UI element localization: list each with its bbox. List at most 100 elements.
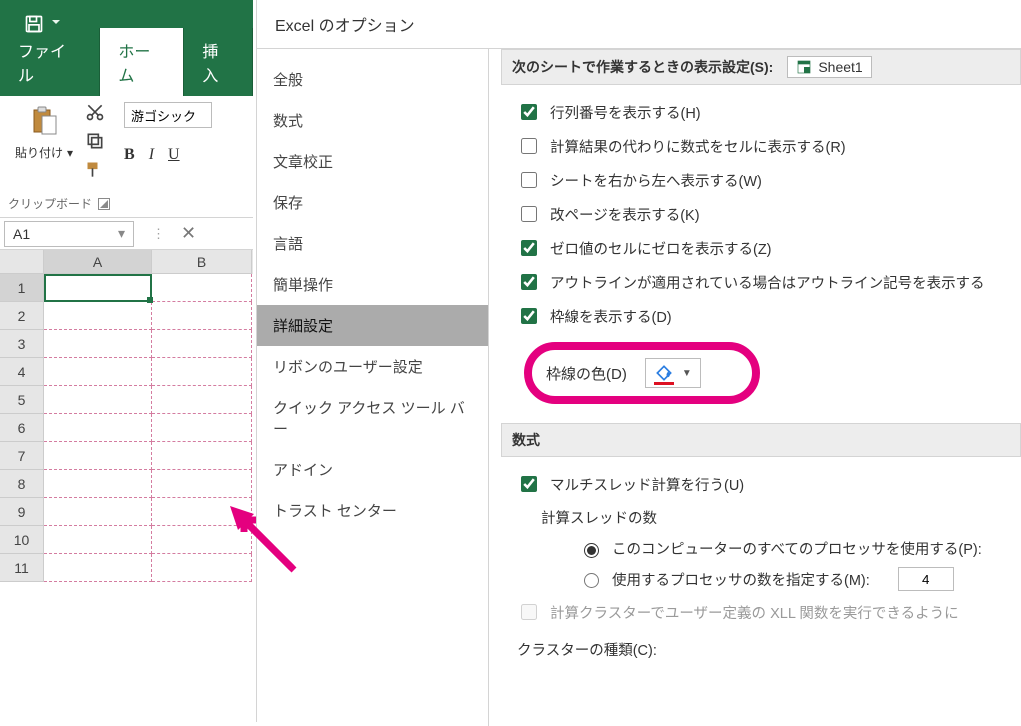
options-sidebar-item[interactable]: トラスト センター bbox=[257, 490, 488, 531]
options-sidebar-item[interactable]: リボンのユーザー設定 bbox=[257, 346, 488, 387]
sheet-display-section-header: 次のシートで作業するときの表示設定(S): Sheet1 bbox=[501, 49, 1021, 85]
worksheet-grid[interactable]: A B 1234567891011 bbox=[0, 250, 253, 582]
clipboard-group: 貼り付け▾ クリップボード bbox=[8, 102, 110, 212]
cell[interactable] bbox=[152, 526, 252, 554]
options-sidebar-item[interactable]: 全般 bbox=[257, 59, 488, 100]
options-sidebar-item[interactable]: 数式 bbox=[257, 100, 488, 141]
show-zero-values-checkbox[interactable]: ゼロ値のセルにゼロを表示する(Z) bbox=[501, 231, 1021, 265]
column-header-B[interactable]: B bbox=[152, 250, 252, 274]
options-sidebar-item[interactable]: 文章校正 bbox=[257, 141, 488, 182]
cell[interactable] bbox=[152, 358, 252, 386]
paste-label: 貼り付け bbox=[15, 144, 63, 161]
show-formulas-checkbox[interactable]: 計算結果の代わりに数式をセルに表示する(R) bbox=[501, 129, 1021, 163]
cell[interactable] bbox=[44, 330, 152, 358]
italic-button[interactable]: I bbox=[149, 146, 154, 164]
cell[interactable] bbox=[152, 274, 252, 302]
grid-row: 11 bbox=[0, 554, 253, 582]
cell[interactable] bbox=[44, 470, 152, 498]
column-header-A[interactable]: A bbox=[44, 250, 152, 274]
processor-count-input[interactable] bbox=[898, 567, 954, 591]
gridline-color-label: 枠線の色(D) bbox=[546, 363, 627, 384]
options-sidebar-item[interactable]: 保存 bbox=[257, 182, 488, 223]
cancel-icon[interactable]: ✕ bbox=[181, 223, 196, 244]
cell[interactable] bbox=[152, 302, 252, 330]
cell[interactable] bbox=[44, 302, 152, 330]
cell[interactable] bbox=[152, 554, 252, 582]
options-sidebar: 全般数式文章校正保存言語簡単操作詳細設定リボンのユーザー設定クイック アクセス … bbox=[257, 48, 489, 726]
grid-row: 3 bbox=[0, 330, 253, 358]
options-sidebar-item[interactable]: アドイン bbox=[257, 449, 488, 490]
options-sidebar-item[interactable]: 簡単操作 bbox=[257, 264, 488, 305]
options-sidebar-item[interactable]: 詳細設定 bbox=[257, 305, 488, 346]
select-all-button[interactable] bbox=[0, 250, 44, 274]
name-box[interactable]: A1 ▾ bbox=[4, 221, 134, 247]
options-sidebar-item[interactable]: 言語 bbox=[257, 223, 488, 264]
row-header[interactable]: 8 bbox=[0, 470, 44, 498]
sheet-name: Sheet1 bbox=[818, 59, 862, 75]
multithread-checkbox[interactable]: マルチスレッド計算を行う(U) bbox=[501, 467, 1021, 501]
cell[interactable] bbox=[44, 498, 152, 526]
row-header[interactable]: 9 bbox=[0, 498, 44, 526]
name-box-value: A1 bbox=[13, 226, 30, 242]
cell[interactable] bbox=[152, 470, 252, 498]
row-header[interactable]: 5 bbox=[0, 386, 44, 414]
paint-bucket-icon bbox=[654, 363, 674, 383]
sheet-section-label: 次のシートで作業するときの表示設定(S): bbox=[512, 57, 773, 77]
font-group: B I U bbox=[124, 102, 212, 212]
gridline-color-button[interactable]: ▼ bbox=[645, 358, 701, 388]
cell[interactable] bbox=[44, 274, 152, 302]
row-header[interactable]: 10 bbox=[0, 526, 44, 554]
cell[interactable] bbox=[152, 498, 252, 526]
row-header[interactable]: 11 bbox=[0, 554, 44, 582]
row-header[interactable]: 3 bbox=[0, 330, 44, 358]
grid-row: 4 bbox=[0, 358, 253, 386]
tab-insert[interactable]: 挿入 bbox=[184, 28, 253, 96]
options-sidebar-item[interactable]: クイック アクセス ツール バー bbox=[257, 387, 488, 449]
use-all-processors-radio[interactable]: このコンピューターのすべてのプロセッサを使用する(P): bbox=[501, 534, 1021, 563]
font-name-input[interactable] bbox=[124, 102, 212, 128]
grid-row: 1 bbox=[0, 274, 253, 302]
cell[interactable] bbox=[152, 386, 252, 414]
use-custom-processors-radio[interactable]: 使用するプロセッサの数を指定する(M): bbox=[501, 563, 1021, 595]
grid-row: 6 bbox=[0, 414, 253, 442]
excel-window: ファイル ホーム 挿入 貼り付け▾ bbox=[0, 0, 253, 722]
chevron-down-icon: ▼ bbox=[682, 368, 692, 379]
row-header[interactable]: 4 bbox=[0, 358, 44, 386]
show-page-breaks-checkbox[interactable]: 改ページを表示する(K) bbox=[501, 197, 1021, 231]
tab-home[interactable]: ホーム bbox=[100, 28, 184, 96]
sheet-selector[interactable]: Sheet1 bbox=[787, 56, 871, 78]
cut-icon[interactable] bbox=[85, 102, 105, 125]
cell[interactable] bbox=[152, 442, 252, 470]
bold-button[interactable]: B bbox=[124, 146, 135, 164]
show-gridlines-checkbox[interactable]: 枠線を表示する(D) bbox=[501, 299, 1021, 333]
tab-file[interactable]: ファイル bbox=[0, 28, 100, 96]
cell[interactable] bbox=[44, 358, 152, 386]
cell[interactable] bbox=[44, 414, 152, 442]
copy-icon[interactable] bbox=[85, 131, 105, 154]
dialog-launcher-icon[interactable] bbox=[98, 198, 110, 210]
row-header[interactable]: 1 bbox=[0, 274, 44, 302]
cell[interactable] bbox=[44, 386, 152, 414]
chevron-down-icon: ▾ bbox=[118, 225, 125, 242]
cell[interactable] bbox=[152, 330, 252, 358]
cell[interactable] bbox=[44, 526, 152, 554]
cell[interactable] bbox=[152, 414, 252, 442]
gridline-color-highlight: 枠線の色(D) ▼ bbox=[524, 342, 760, 404]
clipboard-label: クリップボード bbox=[8, 195, 92, 212]
show-outline-symbols-checkbox[interactable]: アウトラインが適用されている場合はアウトライン記号を表示する bbox=[501, 265, 1021, 299]
rtl-sheet-checkbox[interactable]: シートを右から左へ表示する(W) bbox=[501, 163, 1021, 197]
show-row-col-headers-checkbox[interactable]: 行列番号を表示する(H) bbox=[501, 95, 1021, 129]
qat-dropdown-icon[interactable] bbox=[52, 20, 60, 28]
underline-button[interactable]: U bbox=[168, 146, 180, 164]
grid-row: 7 bbox=[0, 442, 253, 470]
paste-button[interactable]: 貼り付け▾ bbox=[13, 102, 75, 163]
grid-row: 2 bbox=[0, 302, 253, 330]
row-header[interactable]: 7 bbox=[0, 442, 44, 470]
grid-row: 10 bbox=[0, 526, 253, 554]
row-header[interactable]: 6 bbox=[0, 414, 44, 442]
cell[interactable] bbox=[44, 554, 152, 582]
cell[interactable] bbox=[44, 442, 152, 470]
dialog-title: Excel のオプション bbox=[257, 0, 1021, 48]
row-header[interactable]: 2 bbox=[0, 302, 44, 330]
format-painter-icon[interactable] bbox=[85, 160, 105, 183]
